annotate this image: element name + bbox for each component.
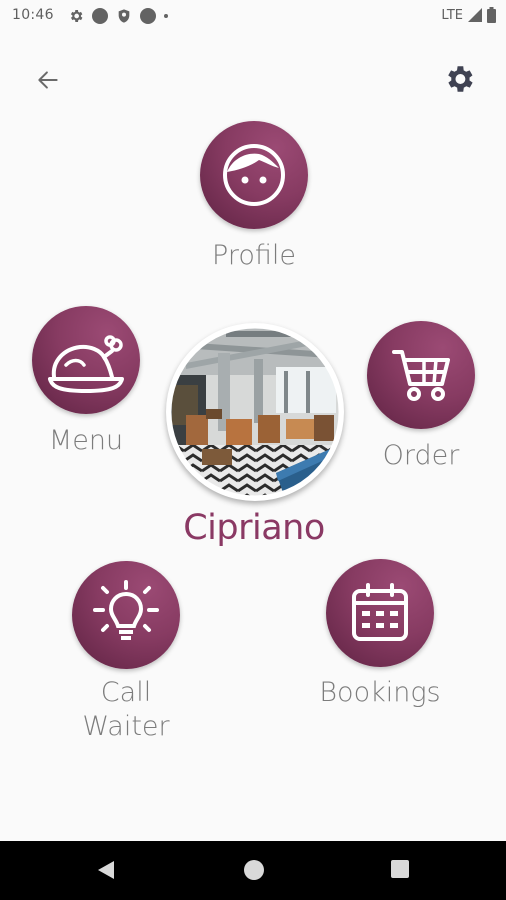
network-label: LTE — [441, 7, 463, 23]
nav-home-button[interactable] — [243, 859, 265, 881]
order-label: Order — [382, 440, 460, 471]
arrow-left-icon — [38, 71, 58, 89]
recents-square-icon — [391, 860, 409, 878]
call-waiter-label: Call Waiter — [62, 676, 190, 744]
menu-button[interactable] — [32, 306, 140, 414]
dot-icon — [164, 14, 168, 18]
nav-recents-button[interactable] — [390, 859, 410, 879]
calendar-icon — [352, 583, 408, 641]
circle-icon — [92, 8, 108, 24]
bookings-label: Bookings — [319, 677, 441, 708]
back-button[interactable] — [30, 62, 66, 98]
back-triangle-icon — [98, 861, 114, 879]
signal-icon — [468, 8, 482, 22]
lightbulb-icon — [93, 580, 159, 640]
shopping-cart-icon — [392, 350, 450, 401]
battery-icon — [487, 7, 496, 23]
order-button[interactable] — [367, 321, 475, 429]
restaurant-name: Cipriano — [183, 508, 325, 548]
home-circle-icon — [244, 860, 264, 880]
shield-icon — [118, 9, 130, 23]
settings-button[interactable] — [440, 60, 478, 98]
status-time: 10:46 — [12, 7, 54, 23]
call-waiter-button[interactable] — [72, 561, 180, 669]
settings-icon — [70, 10, 83, 22]
profile-label: Profile — [212, 240, 296, 271]
circle-icon — [140, 8, 156, 24]
nav-back-button[interactable] — [96, 859, 116, 881]
status-right: LTE — [441, 7, 496, 23]
roast-chicken-icon — [48, 335, 124, 393]
profile-button[interactable] — [200, 121, 308, 229]
call-waiter-label-line2: Waiter — [82, 711, 170, 742]
restaurant-photo — [166, 323, 344, 501]
menu-label: Menu — [48, 425, 124, 456]
face-icon — [223, 144, 285, 206]
call-waiter-label-line1: Call — [100, 677, 152, 708]
status-icons — [68, 8, 168, 24]
system-nav-bar — [0, 841, 506, 900]
gear-icon — [448, 66, 473, 92]
bookings-button[interactable] — [326, 559, 434, 667]
restaurant-interior-image — [166, 323, 344, 501]
status-bar: 10:46 LTE — [0, 0, 506, 32]
